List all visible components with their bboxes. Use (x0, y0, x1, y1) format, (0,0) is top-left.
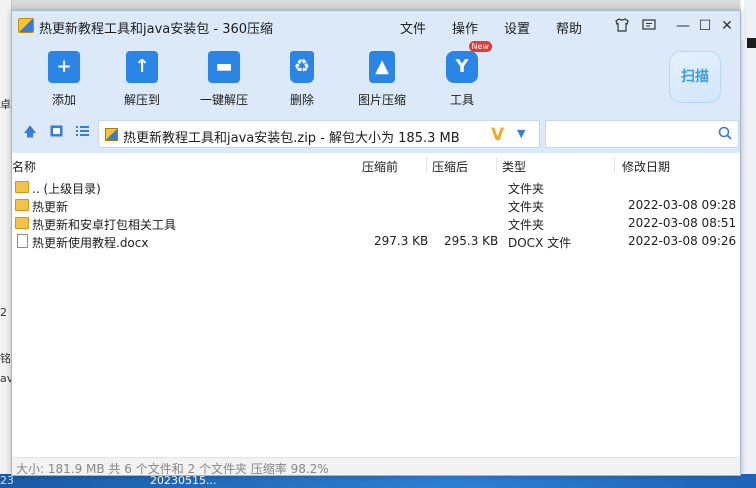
file-type: 文件夹 (508, 182, 545, 196)
list-item[interactable]: 热更新 文件夹 2022-03-08 09:28 (12, 197, 740, 215)
file-date: 2022-03-08 08:51 (628, 216, 737, 230)
path-field[interactable]: 热更新教程工具和java安装包.zip - 解包大小为 185.3 MB V ▼ (98, 120, 540, 148)
search-icon[interactable] (718, 126, 732, 144)
app-window: 热更新教程工具和java安装包 - 360压缩 文件 操作 设置 帮助 — ☐ … (11, 10, 741, 476)
folder-icon (15, 181, 29, 193)
one-click-extract-label: 一键解压 (199, 93, 248, 107)
add-icon: + (48, 51, 80, 83)
list-item[interactable]: .. (上级目录) 文件夹 (12, 179, 740, 197)
bg-fragment: 2 (0, 306, 7, 319)
menu-help[interactable]: 帮助 (556, 18, 582, 37)
image-compress-label: 图片压缩 (357, 93, 406, 107)
delete-button[interactable]: ♻ 删除 (284, 51, 320, 108)
up-arrow-icon[interactable]: 🡅 (22, 125, 38, 141)
image-compress-icon: ▲ (369, 51, 395, 83)
window-title: 热更新教程工具和java安装包 - 360压缩 (39, 22, 274, 37)
extract-to-icon: ↑ (126, 51, 158, 83)
extract-to-label: 解压到 (123, 93, 160, 107)
tools-icon: Y New (446, 41, 492, 83)
view-thumbnail-icon[interactable] (48, 125, 64, 141)
one-click-extract-button[interactable]: ▬ 一键解压 (196, 51, 252, 108)
recycle-icon: ♻ (290, 51, 314, 83)
file-date: 2022-03-08 09:28 (628, 198, 737, 212)
list-item[interactable]: 热更新和安卓打包相关工具 文件夹 2022-03-08 08:51 (12, 215, 740, 233)
document-icon (17, 234, 28, 248)
menu-file[interactable]: 文件 (400, 18, 426, 37)
column-name[interactable]: 名称 (12, 158, 36, 175)
view-list-icon[interactable] (74, 125, 90, 141)
file-list: .. (上级目录) 文件夹 热更新 文件夹 2022-03-08 09:28 热… (12, 179, 740, 251)
file-name: .. (上级目录) (32, 182, 101, 196)
tools-label: 工具 (449, 93, 474, 107)
folder-icon (15, 217, 29, 229)
one-click-extract-icon: ▬ (208, 51, 240, 83)
column-type[interactable]: 类型 (502, 158, 526, 175)
app-logo-icon (18, 18, 34, 33)
image-compress-button[interactable]: ▲ 图片压缩 (356, 51, 408, 108)
file-type: DOCX 文件 (508, 236, 572, 250)
list-item[interactable]: 热更新使用教程.docx 297.3 KB 295.3 KB DOCX 文件 2… (12, 233, 740, 251)
file-type: 文件夹 (508, 218, 545, 232)
minimize-button[interactable]: — (674, 17, 692, 35)
background-window-right (740, 0, 756, 488)
skin-icon[interactable] (613, 17, 631, 35)
chevron-down-icon[interactable]: ▼ (517, 127, 525, 140)
column-modified[interactable]: 修改日期 (622, 158, 670, 175)
zip-archive-icon (105, 128, 118, 141)
file-name: 热更新 (32, 200, 69, 214)
bg-fragment: 铭 (0, 352, 11, 365)
file-name: 热更新和安卓打包相关工具 (32, 218, 177, 232)
title-bar[interactable]: 热更新教程工具和java安装包 - 360压缩 文件 操作 设置 帮助 — ☐ … (12, 11, 740, 41)
file-date: 2022-03-08 09:26 (628, 234, 737, 248)
bg-fragment: 卓 (0, 98, 11, 111)
maximize-button[interactable]: ☐ (696, 17, 714, 35)
column-header: 名称 压缩前 压缩后 类型 修改日期 (12, 155, 740, 175)
add-button[interactable]: + 添加 (46, 51, 82, 108)
taskbar-left-text: 23 (0, 474, 14, 487)
file-size-after: 295.3 KB (444, 234, 499, 248)
feedback-icon[interactable] (640, 17, 658, 35)
add-label: 添加 (51, 93, 76, 107)
extract-to-button[interactable]: ↑ 解压到 (122, 51, 162, 108)
v-logo-icon[interactable]: V (491, 125, 504, 145)
folder-icon (15, 199, 29, 211)
status-bar: 大小: 181.9 MB 共 6 个文件和 2 个文件夹 压缩率 98.2% (12, 457, 740, 476)
scan-button[interactable]: 扫描 (669, 51, 721, 103)
file-name: 热更新使用教程.docx (32, 236, 149, 250)
close-button[interactable]: ✕ (718, 17, 736, 35)
file-size-before: 297.3 KB (374, 234, 429, 248)
address-bar: 🡅 热更新教程工具和java安装包.zip - 解包大小为 185.3 MB V… (12, 113, 740, 153)
menu-operation[interactable]: 操作 (452, 18, 478, 37)
toolbar: + 添加 ↑ 解压到 ▬ 一键解压 ♻ 删除 ▲ 图片压缩 Y New 工具 (12, 41, 740, 113)
tools-button[interactable]: Y New 工具 (444, 41, 492, 108)
menu-settings[interactable]: 设置 (504, 18, 530, 37)
delete-label: 删除 (289, 93, 314, 107)
file-type: 文件夹 (508, 200, 545, 214)
search-input[interactable] (545, 120, 739, 148)
column-compressed-before[interactable]: 压缩前 (362, 158, 398, 175)
new-badge: New (468, 41, 492, 52)
column-compressed-after[interactable]: 压缩后 (432, 158, 468, 175)
status-text: 大小: 181.9 MB 共 6 个文件和 2 个文件夹 压缩率 98.2% (16, 462, 329, 476)
path-text: 热更新教程工具和java安装包.zip - 解包大小为 185.3 MB (123, 131, 460, 146)
